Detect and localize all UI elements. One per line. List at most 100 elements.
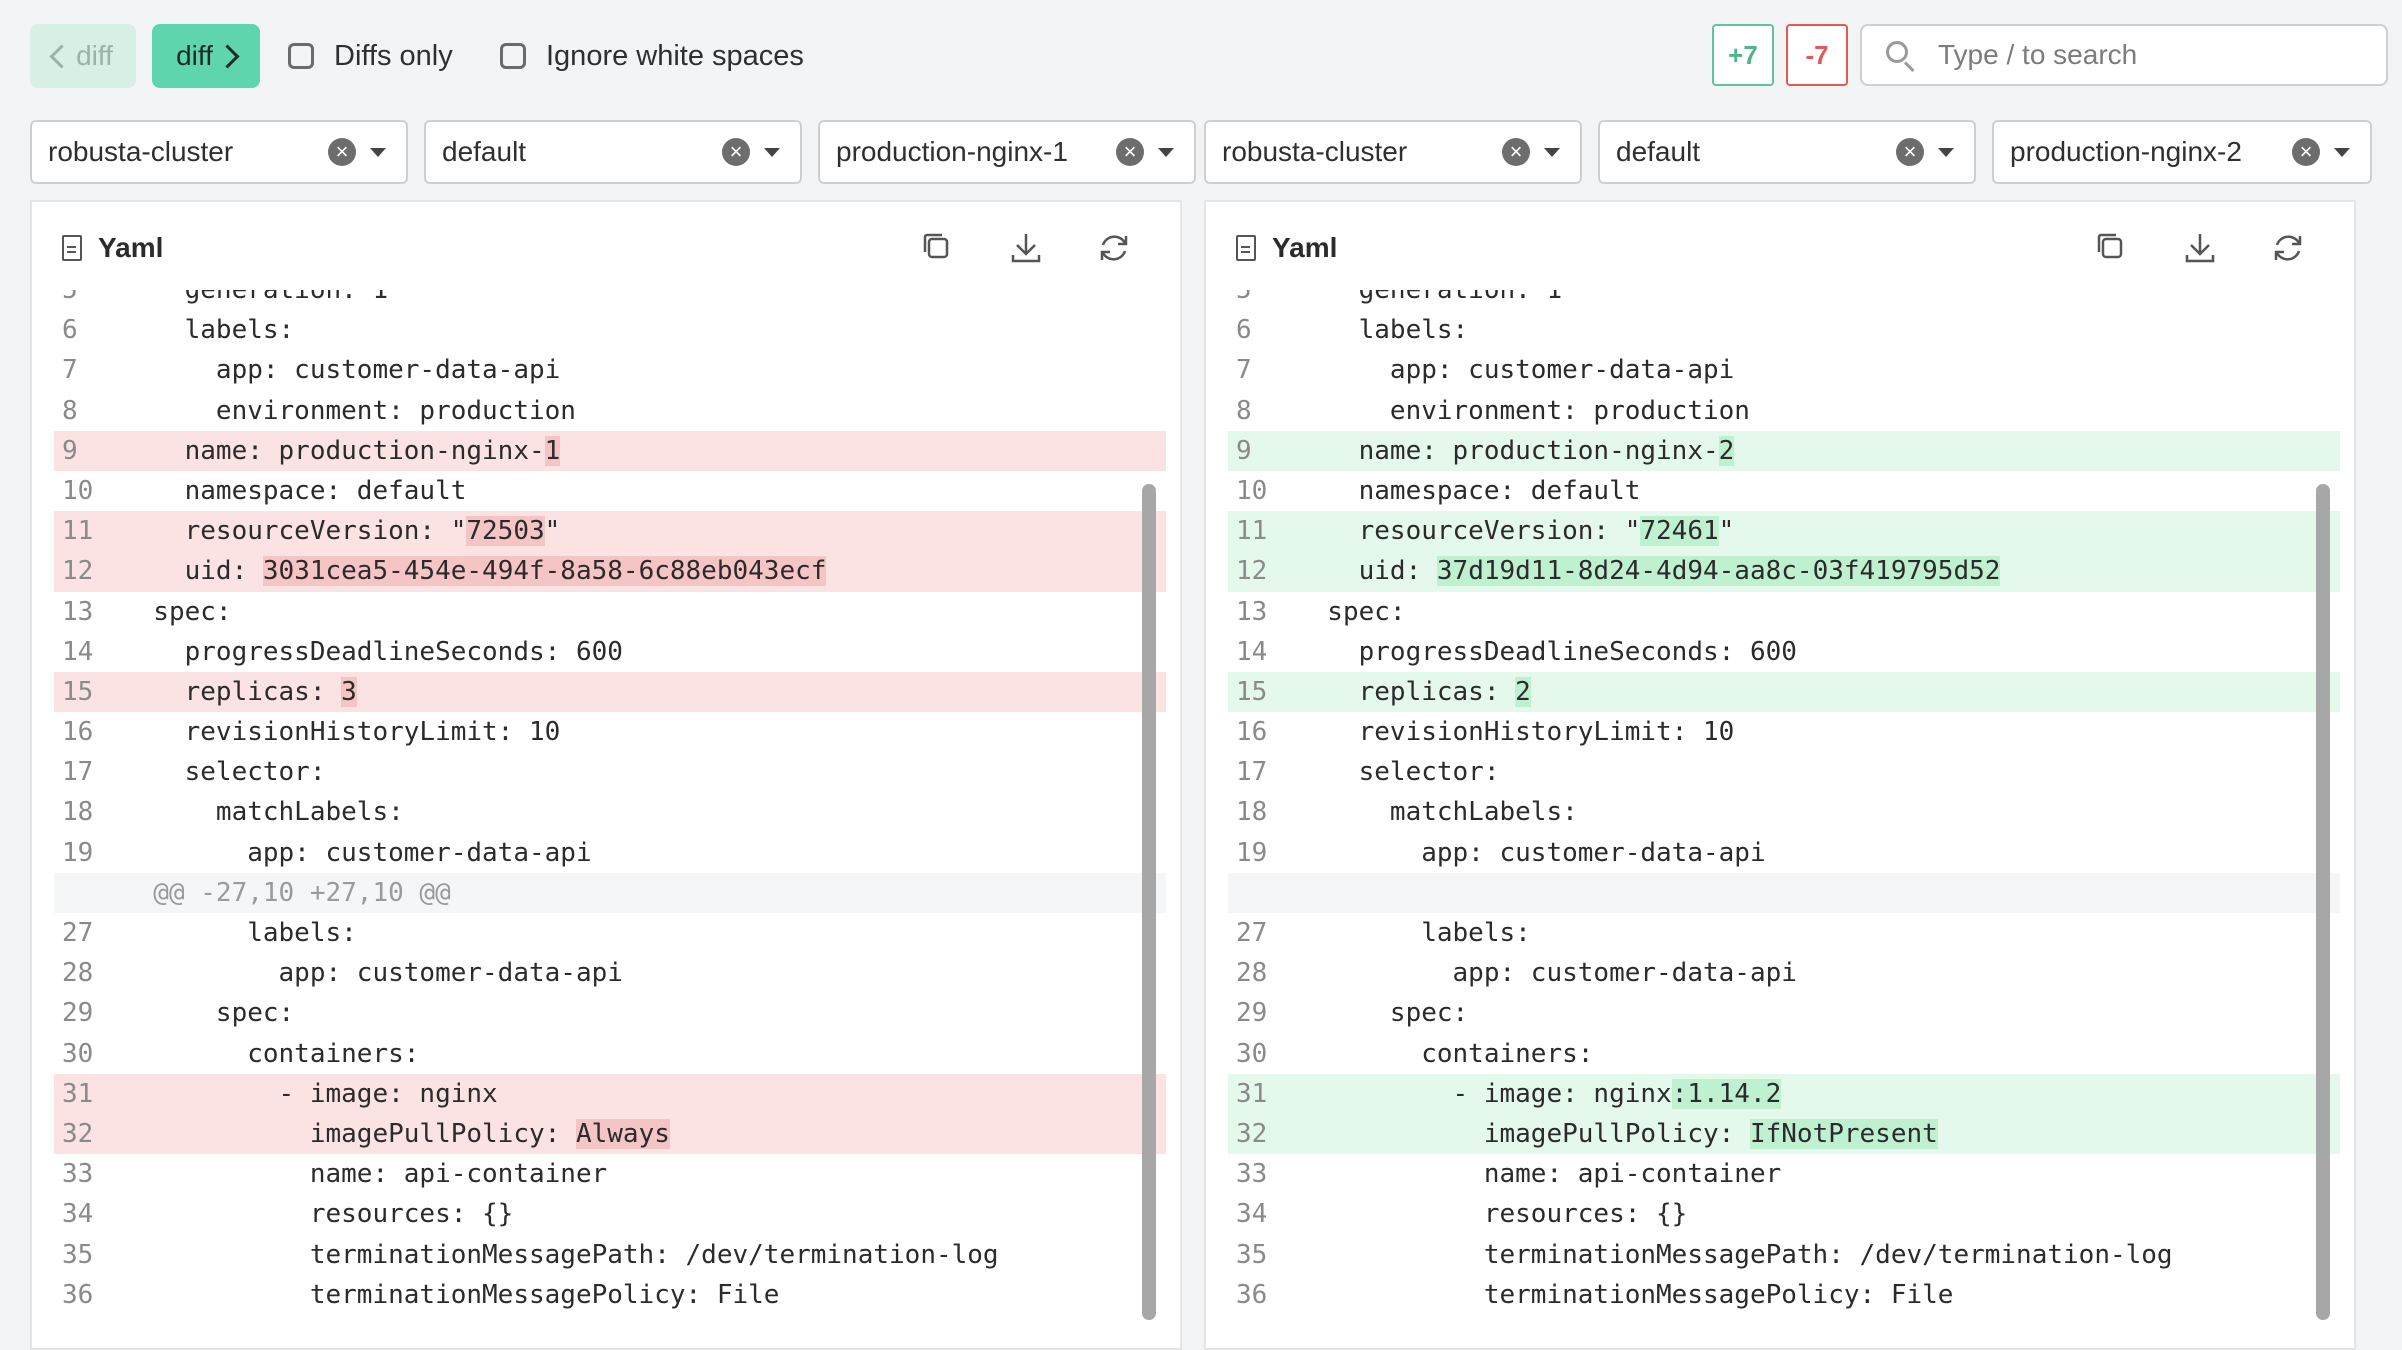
search-input[interactable]: Type / to search [1860,24,2388,86]
line-text: imagePullPolicy: Always [122,1114,1166,1154]
scrollbar[interactable] [2316,484,2330,1320]
download-icon[interactable] [1004,226,1048,270]
line-number: 13 [62,596,94,627]
line-number [54,873,122,913]
panel-title: Yaml [1272,232,1338,263]
code-line: 8 environment: production [54,391,1166,431]
changed-token: 3031cea5-454e-494f-8a58-6c88eb043ecf [262,556,827,587]
left-resource-select[interactable]: production-nginx-1 × [818,120,1196,184]
right-namespace-select[interactable]: default × [1598,120,1976,184]
additions-count-badge[interactable]: +7 [1712,24,1774,86]
code-line: 35 terminationMessagePath: /dev/terminat… [54,1235,1166,1275]
line-text: matchLabels: [122,797,404,828]
clear-icon[interactable]: × [1502,138,1530,166]
removed-line: 9 name: production-nginx-1 [54,430,1166,471]
line-text: labels: [122,918,357,948]
download-icon[interactable] [2178,226,2222,270]
ignore-whitespace-checkbox[interactable]: Ignore white spaces [500,24,804,88]
dropdown-arrow-icon[interactable] [1938,147,1954,157]
previous-diff-label: diff [76,40,113,71]
scrollbar-thumb[interactable] [1142,484,1156,1320]
dropdown-arrow-icon[interactable] [370,147,386,157]
next-diff-button[interactable]: diff [152,24,260,88]
line-number: 27 [1236,918,1268,948]
diffs-only-label: Diffs only [334,39,453,72]
changed-token: Always [575,1118,670,1149]
scrollbar-thumb[interactable] [2316,484,2330,1320]
code-line: 10 namespace: default [1228,471,2340,511]
line-text: terminationMessagePath: /dev/termination… [1296,1239,2173,1270]
line-text: matchLabels: [1296,797,1578,828]
line-text: spec: [1296,998,1469,1029]
line-text-unchanged: resourceVersion: " [122,516,467,547]
code-line: 29 spec: [1228,993,2340,1033]
line-number: 8 [62,395,78,426]
line-text-unchanged: - image: nginx [122,1078,498,1109]
line-text: selector: [122,757,326,788]
dropdown-arrow-icon[interactable] [2334,147,2350,157]
code-line: 30 containers: [54,1034,1166,1074]
scrollbar[interactable] [1142,484,1156,1320]
code-line: 7 app: customer-data-api [1228,350,2340,390]
line-text: labels: [1296,315,1469,346]
deletions-count-badge[interactable]: -7 [1786,24,1848,86]
code-line: 35 terminationMessagePath: /dev/terminat… [1228,1235,2340,1275]
changed-token: 3 [341,676,357,707]
line-text: terminationMessagePath: /dev/termination… [122,1239,999,1270]
copy-icon[interactable] [916,226,960,270]
line-number: 15 [1236,676,1268,707]
line-text: replicas: 3 [122,672,1166,712]
line-number: 9 [1236,435,1252,466]
left-namespace-select[interactable]: default × [424,120,802,184]
clear-icon[interactable]: × [1116,138,1144,166]
added-line: 32 imagePullPolicy: IfNotPresent [1228,1113,2340,1155]
diffs-only-checkbox[interactable]: Diffs only [288,24,453,88]
line-number: 31 [62,1078,94,1109]
panel-header: Yaml [32,202,1180,290]
dropdown-arrow-icon[interactable] [1158,147,1174,157]
removed-line: 15 replicas: 3 [54,671,1166,713]
line-number: 18 [1236,797,1268,828]
clear-icon[interactable]: × [1896,138,1924,166]
ignore-whitespace-box[interactable] [500,43,526,69]
left-code-view[interactable]: 5 generation: 16 labels: 7 app: customer-… [54,270,1166,1315]
left-cluster-select[interactable]: robusta-cluster × [30,120,408,184]
code-line: 6 labels: [54,310,1166,350]
code-line: 6 labels: [1228,310,2340,350]
right-resource-select[interactable]: production-nginx-2 × [1992,120,2372,184]
code-line: 17 selector: [1228,752,2340,792]
line-number: 27 [62,918,94,948]
line-text: app: customer-data-api [1296,958,1797,989]
line-text: environment: production [1296,395,1750,426]
refresh-icon[interactable] [1092,226,1136,270]
right-cluster-select[interactable]: robusta-cluster × [1204,120,1582,184]
added-line: 11 resourceVersion: "72461" [1228,511,2340,552]
line-number: 36 [62,1279,94,1310]
clear-icon[interactable]: × [2292,138,2320,166]
line-text: namespace: default [122,475,467,506]
select-value: default [442,136,527,167]
line-text: revisionHistoryLimit: 10 [122,717,561,748]
line-text-unchanged: imagePullPolicy: [122,1118,576,1149]
line-number: 12 [1236,556,1268,587]
line-number: 34 [62,1199,94,1230]
line-text: namespace: default [1296,475,1641,506]
copy-icon[interactable] [2090,226,2134,270]
right-code-view[interactable]: 5 generation: 16 labels: 7 app: customer-… [1228,270,2340,1315]
line-text: name: production-nginx-1 [122,431,1166,471]
previous-diff-button[interactable]: diff [30,24,136,88]
clear-icon[interactable]: × [328,138,356,166]
line-text: progressDeadlineSeconds: 600 [122,636,623,667]
changed-token: 72503 [466,516,545,547]
line-number: 11 [62,516,94,547]
diffs-only-box[interactable] [288,43,314,69]
refresh-icon[interactable] [2266,226,2310,270]
dropdown-arrow-icon[interactable] [764,147,780,157]
line-number: 8 [1236,395,1252,426]
line-number: 10 [1236,475,1268,506]
panel-header: Yaml [1206,202,2354,290]
line-number: 17 [1236,757,1268,788]
changed-token: 2 [1718,435,1735,466]
clear-icon[interactable]: × [722,138,750,166]
dropdown-arrow-icon[interactable] [1544,147,1560,157]
